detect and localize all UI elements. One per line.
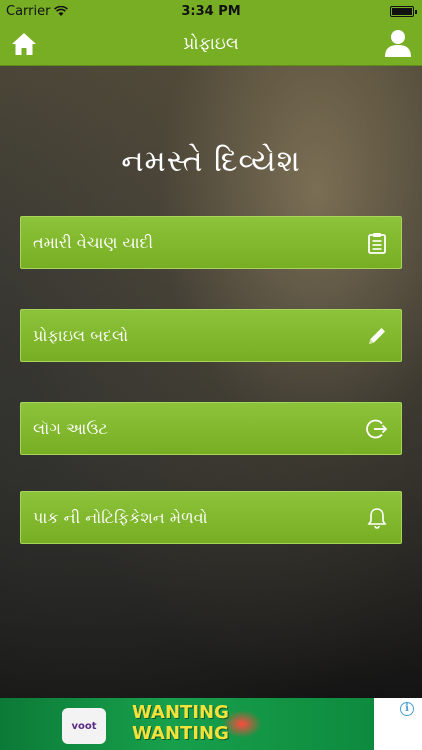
ad-headline: WANTING WANTING <box>132 702 229 744</box>
menu-label: તમારી વેચાણ યાદી <box>33 232 154 252</box>
ad-banner[interactable]: voot WANTING WANTING i <box>0 698 422 750</box>
menu-label: લૉગ આઉટ <box>33 418 108 438</box>
bell-icon <box>365 506 389 530</box>
edit-profile-button[interactable]: પ્રોફાઇલ બદલો <box>20 309 402 362</box>
carrier-label: Carrier <box>6 3 51 19</box>
greeting-text: નમસ્તે દિવ્યેશ <box>121 144 301 179</box>
ad-info-icon[interactable]: i <box>400 702 414 716</box>
home-icon[interactable] <box>10 30 38 58</box>
ad-headline-line-1: WANTING <box>132 702 229 723</box>
user-icon[interactable] <box>384 28 412 58</box>
profile-content: નમસ્તે દિવ્યેશ તમારી વેચાણ યાદી પ્રોફાઇલ… <box>0 66 422 698</box>
menu-label: પાક ની નોટિફિકેશન મેળવો <box>33 507 208 527</box>
battery-icon <box>390 5 417 17</box>
status-left: Carrier <box>6 3 69 19</box>
wifi-icon <box>54 5 69 16</box>
menu-label: પ્રોફાઇલ બદલો <box>33 325 129 345</box>
logout-button[interactable]: લૉગ આઉટ <box>20 402 402 455</box>
ad-headline-line-2: WANTING <box>132 723 229 744</box>
pencil-icon <box>365 324 389 348</box>
ad-brand-text: voot <box>71 720 97 732</box>
page-title: પ્રોફાઇલ <box>183 33 239 54</box>
sales-list-button[interactable]: તમારી વેચાણ યાદી <box>20 216 402 269</box>
status-bar: Carrier 3:34 PM <box>0 0 422 22</box>
clipboard-icon <box>365 231 389 255</box>
ad-brand-logo: voot <box>62 708 106 744</box>
nav-bar: પ્રોફાઇલ <box>0 22 422 66</box>
logout-icon <box>365 417 389 441</box>
crop-notification-button[interactable]: પાક ની નોટિફિકેશન મેળવો <box>20 491 402 544</box>
